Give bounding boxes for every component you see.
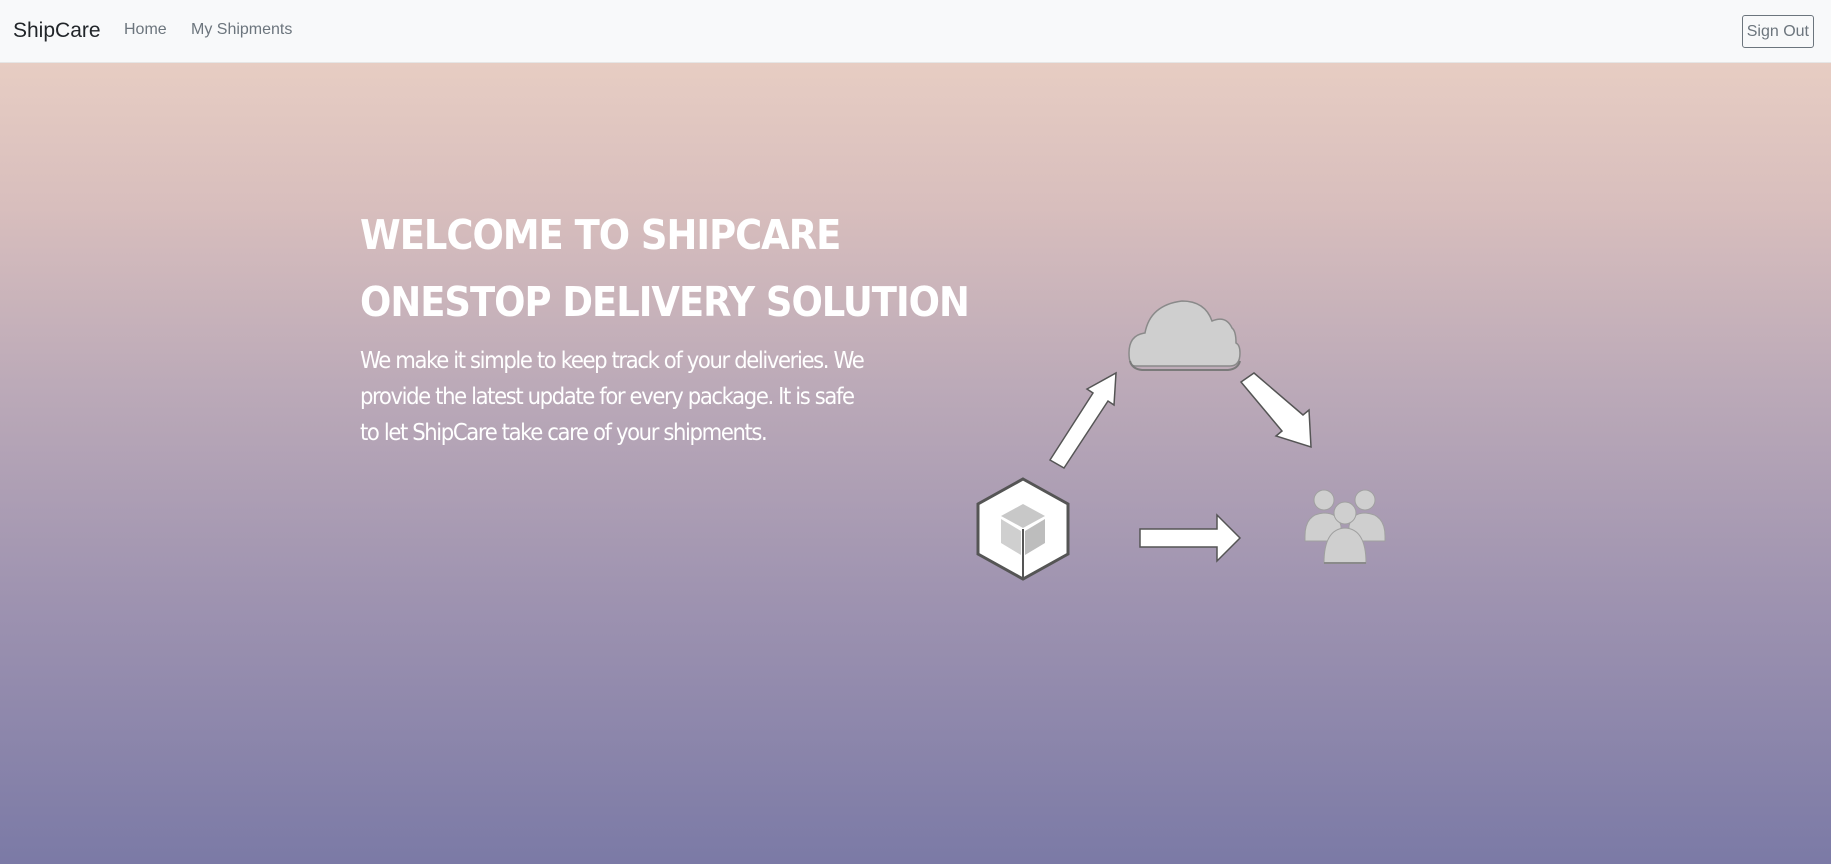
hero-headline-welcome: WELCOME TO SHIPCARE <box>360 211 841 259</box>
cloud-icon <box>1128 300 1241 371</box>
hero-headline-tagline: ONESTOP DELIVERY SOLUTION <box>360 278 970 326</box>
nav-my-shipments-link[interactable]: My Shipments <box>191 21 292 39</box>
brand-link[interactable]: ShipCare <box>13 19 101 43</box>
arrow-up-right-icon <box>1048 371 1117 470</box>
arrow-right-icon <box>1139 513 1242 563</box>
nav-home-link[interactable]: Home <box>124 21 167 39</box>
hero-section: WELCOME TO SHIPCARE ONESTOP DELIVERY SOL… <box>0 63 1831 864</box>
box-icon <box>976 477 1070 581</box>
hero-description: We make it simple to keep track of your … <box>360 348 865 446</box>
navbar: ShipCare Home My Shipments Sign Out <box>0 0 1831 63</box>
sign-out-button[interactable]: Sign Out <box>1741 15 1814 48</box>
delivery-flow-illustration <box>976 300 1386 581</box>
arrow-down-right-icon <box>1239 372 1312 449</box>
users-icon <box>1304 489 1386 564</box>
